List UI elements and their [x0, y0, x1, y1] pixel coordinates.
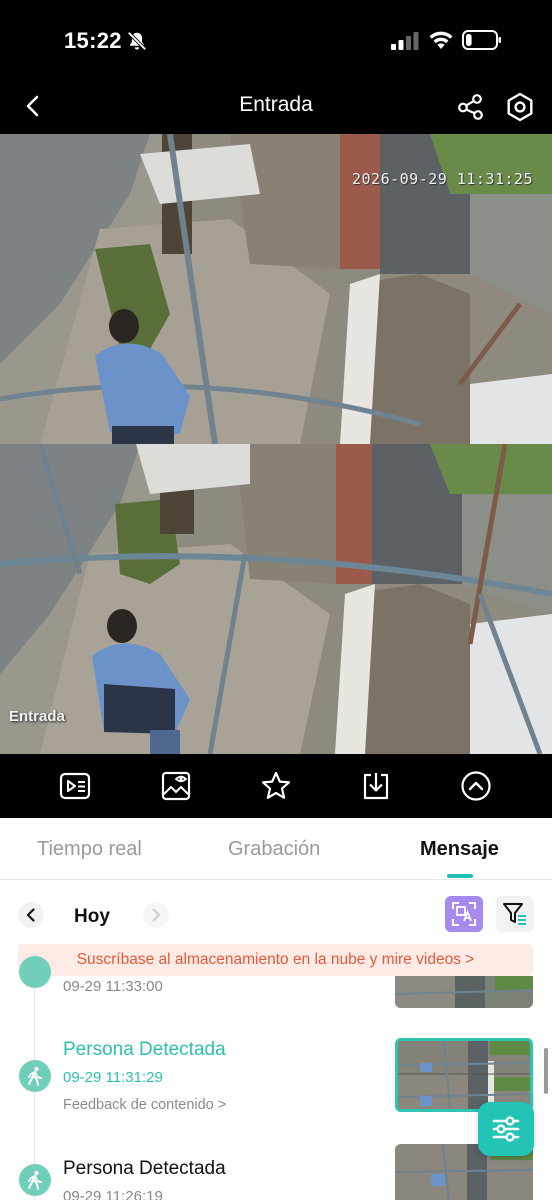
share-icon[interactable] — [456, 92, 486, 122]
star-icon[interactable] — [260, 770, 292, 802]
message-panel: Tiempo real Grabación Mensaje Hoy Suscrí… — [0, 818, 552, 1200]
tab-messages[interactable]: Mensaje — [420, 838, 499, 861]
bell-off-icon — [127, 31, 147, 51]
battery-icon — [462, 30, 501, 50]
top-nav-bar: Entrada — [0, 80, 552, 134]
tab-live[interactable]: Tiempo real — [37, 838, 142, 861]
person-walking-icon — [19, 1060, 51, 1092]
person-walking-icon — [19, 1164, 51, 1196]
cloud-storage-banner[interactable]: Suscríbase al almacenamiento en la nube … — [18, 944, 533, 976]
sliders-icon — [492, 1116, 520, 1142]
person-icon — [19, 956, 51, 988]
filter-icon — [503, 903, 526, 925]
camera-image-bottom — [0, 444, 552, 754]
status-time: 15:22 — [64, 28, 122, 53]
current-date-label: Hoy — [74, 906, 110, 927]
chevron-up-icon[interactable] — [460, 770, 492, 802]
tab-recording[interactable]: Grabación — [228, 838, 320, 861]
event-title: Persona Detectada — [63, 1158, 226, 1179]
active-tab-indicator — [447, 874, 473, 878]
signal-icon — [391, 32, 419, 50]
feed-timestamp: 2026-09-29 11:31:25 — [352, 170, 534, 188]
wifi-icon — [429, 31, 453, 49]
scroll-indicator[interactable] — [544, 1048, 548, 1094]
content-feedback-link[interactable]: Feedback de contenido > — [63, 1097, 226, 1113]
event-thumbnail-selected[interactable] — [395, 1038, 533, 1112]
image-view-icon[interactable] — [160, 770, 192, 802]
scan-translate-button[interactable] — [445, 896, 483, 932]
chevron-left-icon — [26, 908, 35, 922]
camera-label-overlay: Entrada — [9, 708, 65, 725]
event-time: 09-29 11:26:19 — [63, 1188, 163, 1200]
previous-day-button[interactable] — [18, 902, 44, 928]
camera-feed[interactable]: 2026-09-29 11:31:25 Entrada — [0, 134, 552, 754]
next-day-button[interactable] — [143, 902, 169, 928]
status-bar: 15:22 — [0, 0, 552, 80]
event-time: 09-29 11:31:29 — [63, 1069, 163, 1086]
settings-fab-button[interactable] — [478, 1102, 534, 1156]
download-icon[interactable] — [360, 770, 392, 802]
event-title: Persona Detectada — [63, 1039, 226, 1060]
date-navigator: Hoy — [0, 896, 552, 940]
playback-toolbar — [0, 754, 552, 818]
video-list-icon[interactable] — [59, 770, 91, 802]
scan-translate-icon — [452, 902, 476, 926]
tab-bar: Tiempo real Grabación Mensaje — [0, 818, 552, 880]
filter-button[interactable] — [496, 896, 534, 932]
settings-icon[interactable] — [505, 92, 535, 122]
event-time: 09-29 11:33:00 — [63, 978, 163, 995]
chevron-right-icon — [152, 908, 161, 922]
event-thumbnail[interactable] — [395, 976, 533, 1008]
